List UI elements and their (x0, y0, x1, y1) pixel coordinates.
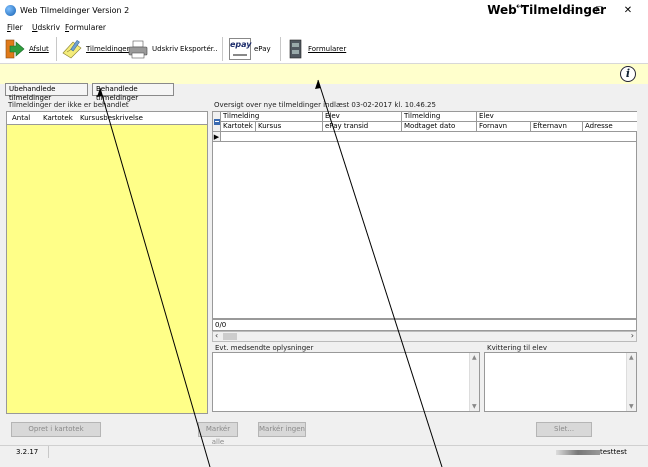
toolbar-separator (222, 37, 223, 61)
horizontal-scrollbar[interactable]: ‹ › (212, 331, 637, 342)
redacted-blur (556, 449, 600, 455)
record-navigator: 0/0 (212, 319, 637, 331)
formularer-label: Formularer (308, 45, 347, 53)
slet-button[interactable]: Slet... (536, 422, 592, 437)
grid-panel-label: Oversigt over nye tilmeldinger indlæst 0… (214, 101, 436, 109)
udskriv-label: Udskriv (152, 45, 179, 53)
registrations-grid[interactable]: Tilmelding Elev Tilmelding Elev Kartotek… (212, 111, 637, 319)
col-modtaget-dato[interactable]: Modtaget dato (402, 122, 477, 132)
marker-alle-button[interactable]: Markér alle (198, 422, 238, 446)
col-adresse[interactable]: Adresse (583, 122, 637, 132)
kvittering-label: Kvittering til elev (487, 344, 547, 352)
menu-filer[interactable]: Filer (7, 23, 23, 32)
eksporter-label: Eksportér.. (180, 45, 218, 53)
scroll-up-icon[interactable]: ▲ (472, 354, 477, 361)
col-efternavn[interactable]: Efternavn (531, 122, 583, 132)
group-header-tilmelding: Tilmelding (221, 112, 323, 122)
epay-logo-underline (233, 54, 247, 56)
document-pencil-icon (62, 39, 82, 59)
exit-door-icon (5, 39, 25, 59)
tab-behandlede[interactable]: Behandlede tilmeldinger (92, 83, 174, 102)
udskriv-button[interactable]: Udskriv (127, 34, 178, 64)
toolbar-separator (56, 37, 57, 61)
kvittering-memo[interactable]: ▲ ▼ (484, 352, 637, 412)
grid-corner[interactable] (213, 112, 221, 132)
scroll-thumb[interactable] (223, 333, 237, 340)
menu-udskriv[interactable]: Udskriv (32, 23, 60, 32)
status-user-name: testtest (600, 448, 627, 456)
menu-formularer-label: ormularer (69, 23, 106, 32)
toolbar-separator (280, 37, 281, 61)
col-kartotek[interactable]: Kartotek (221, 122, 256, 132)
col-fornavn[interactable]: Fornavn (477, 122, 531, 132)
app-globe-icon (5, 5, 16, 16)
tilmeldinger-label: Tilmeldinger (86, 45, 130, 53)
oplysninger-memo[interactable]: ▲ ▼ (212, 352, 480, 412)
left-panel-label: Tilmeldinger der ikke er behandlet (8, 101, 129, 109)
eksporter-button[interactable]: Eksportér.. (180, 34, 217, 64)
scroll-down-icon[interactable]: ▼ (472, 403, 477, 410)
scroll-left-icon[interactable]: ‹ (215, 331, 218, 340)
window-title: Web Tilmeldinger Version 2 (20, 6, 130, 15)
group-header-elev: Elev (323, 112, 402, 122)
formularer-button[interactable]: Formularer (287, 34, 346, 64)
cabinet-icon (289, 39, 302, 59)
memo-scrollbar[interactable]: ▲ ▼ (469, 353, 479, 411)
tilmeldinger-button[interactable]: Tilmeldinger (61, 34, 129, 64)
epay-logo-text: epay (230, 40, 252, 49)
col-kartotek[interactable]: Kartotek (43, 114, 73, 122)
menu-udskriv-label: dskriv (37, 23, 61, 32)
marker-ingen-button[interactable]: Markér ingen (258, 422, 306, 437)
menu-formularer[interactable]: Formularer (65, 23, 106, 32)
table-row[interactable] (221, 132, 637, 142)
epay-logo-icon: epay (229, 38, 252, 60)
col-epay-transid[interactable]: ePay transid (323, 122, 402, 132)
row-pointer-icon[interactable]: ▶ (213, 132, 221, 142)
oplysninger-label: Evt. medsendte oplysninger (215, 344, 314, 352)
col-kursusbeskrivelse[interactable]: Kursusbeskrivelse (80, 114, 143, 122)
scroll-up-icon[interactable]: ▲ (629, 354, 634, 361)
afslut-label: Afslut (29, 45, 49, 53)
group-header-elev-2: Elev (477, 112, 637, 122)
header-strip (0, 64, 648, 84)
untreated-list[interactable] (6, 111, 208, 414)
epay-button[interactable]: epay ePay (229, 34, 271, 64)
close-button[interactable]: ✕ (614, 4, 642, 18)
grid-settings-icon[interactable] (213, 118, 221, 126)
group-header-tilmelding-2: Tilmelding (402, 112, 477, 122)
opret-button[interactable]: Opret i kartotek (11, 422, 101, 437)
info-icon[interactable]: i (620, 66, 636, 82)
menu-filer-label: iler (10, 23, 23, 32)
afslut-button[interactable]: Afslut (4, 34, 49, 64)
status-bar (0, 445, 648, 459)
epay-label: ePay (254, 45, 271, 53)
scroll-down-icon[interactable]: ▼ (629, 403, 634, 410)
tab-ubehandlede[interactable]: Ubehandlede tilmeldinger (5, 83, 88, 102)
memo-scrollbar[interactable]: ▲ ▼ (626, 353, 636, 411)
printer-icon (128, 40, 148, 59)
col-kursus[interactable]: Kursus (256, 122, 323, 132)
status-separator (48, 446, 49, 458)
status-version: 3.2.17 (16, 448, 39, 456)
scroll-right-icon[interactable]: › (631, 331, 634, 340)
header-title: Web Tilmeldinger (487, 3, 606, 17)
col-antal[interactable]: Antal (12, 114, 30, 122)
status-user: testtest (556, 448, 627, 456)
